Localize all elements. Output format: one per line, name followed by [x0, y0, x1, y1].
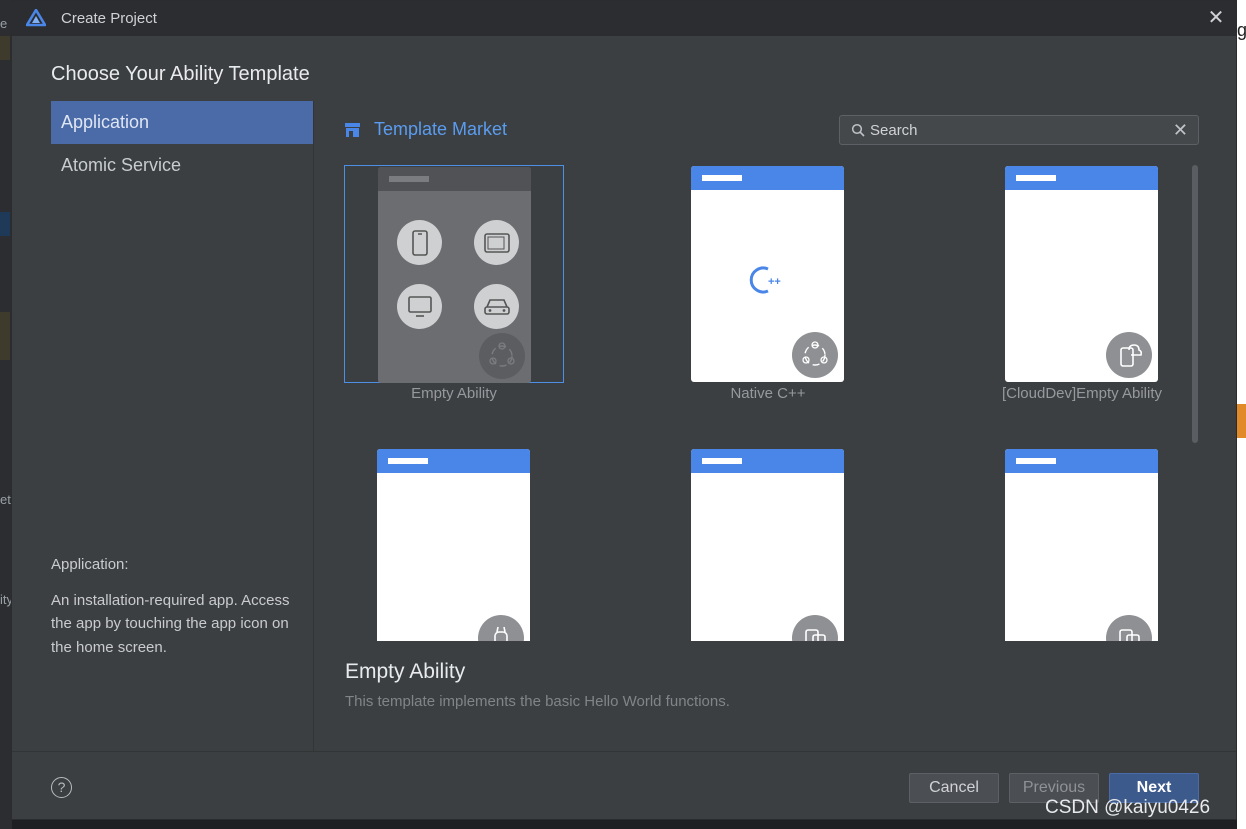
deveco-logo-icon: [26, 9, 46, 27]
template-card-label: Empty Ability: [411, 385, 497, 402]
multi-device-icon: [792, 332, 838, 378]
template-thumbnail-frame: [344, 448, 564, 641]
template-thumbnail: [691, 449, 844, 641]
background-text: g: [1237, 20, 1246, 40]
template-card-label: Native C++: [730, 385, 806, 402]
background-text: et: [0, 492, 11, 507]
search-input[interactable]: [870, 116, 1170, 144]
background-highlight: [0, 212, 10, 236]
svg-text:++: ++: [768, 276, 781, 288]
template-panel: Template Market ✕: [314, 101, 1236, 751]
create-project-dialog: Create Project ✕ Choose Your Ability Tem…: [11, 0, 1237, 820]
background-highlight: [0, 312, 10, 360]
search-field[interactable]: ✕: [839, 115, 1199, 145]
template-thumbnail-frame: [972, 448, 1192, 641]
sidebar-item-application[interactable]: Application: [51, 101, 314, 144]
thumbnail-header: [1005, 449, 1158, 473]
background-app-right: [1237, 0, 1246, 829]
thumbnail-header: [378, 167, 531, 191]
template-thumbnail-frame: ++: [658, 165, 878, 383]
csdn-watermark: CSDN @kaiyu0426: [1045, 797, 1211, 818]
template-thumbnail: [1005, 449, 1158, 641]
template-grid-scrollbar[interactable]: [1192, 165, 1198, 443]
background-highlight: [1237, 404, 1246, 438]
title-bar: Create Project ✕: [12, 1, 1236, 36]
background-highlight: [0, 36, 10, 60]
cpp-icon: ++: [749, 266, 781, 294]
close-icon[interactable]: ✕: [1206, 8, 1226, 28]
template-grid: Empty Ability ++ Native C++ [CloudDev]Em…: [314, 161, 1236, 641]
multi-device-icon: [479, 333, 525, 379]
template-detail-description: This template implements the basic Hello…: [345, 693, 730, 710]
cancel-button[interactable]: Cancel: [909, 773, 999, 803]
device-switch-icon: [1106, 615, 1152, 641]
template-thumbnail: [1005, 166, 1158, 382]
template-thumbnail-frame: [972, 165, 1192, 383]
template-thumbnail-frame: [344, 165, 564, 383]
template-thumbnail: [378, 167, 531, 383]
car-icon: [474, 284, 519, 329]
footer-divider: [12, 751, 1236, 752]
clear-icon[interactable]: ✕: [1173, 120, 1188, 141]
template-thumbnail-frame: [658, 448, 878, 641]
page-title: Choose Your Ability Template: [51, 63, 310, 85]
template-market-link[interactable]: Template Market: [344, 119, 507, 140]
category-description: Application: An installation-required ap…: [51, 553, 301, 659]
sidebar-item-atomic-service[interactable]: Atomic Service: [51, 144, 314, 187]
template-detail-title: Empty Ability: [345, 660, 466, 683]
tablet-icon: [474, 220, 519, 265]
thumbnail-header: [691, 449, 844, 473]
template-thumbnail: ++: [691, 166, 844, 382]
thumbnail-header: [377, 449, 530, 473]
thumbnail-header: [1005, 166, 1158, 190]
background-text: e: [0, 16, 8, 31]
template-card-label: [CloudDev]Empty Ability: [1001, 385, 1163, 402]
window-title: Create Project: [61, 10, 157, 27]
template-category-list: Application Atomic Service: [51, 101, 314, 187]
template-market-label: Template Market: [374, 119, 508, 139]
category-description-text: An installation-required app. Access the…: [51, 591, 290, 656]
monitor-icon: [397, 284, 442, 329]
help-icon[interactable]: ?: [51, 777, 72, 798]
thumbnail-header: [691, 166, 844, 190]
template-thumbnail: [377, 449, 530, 641]
device-switch-icon: [792, 615, 838, 641]
search-icon: [851, 123, 865, 137]
watch-icon: [478, 615, 524, 641]
cloud-device-icon: [1106, 332, 1152, 378]
phone-icon: [397, 220, 442, 265]
category-description-title: Application:: [51, 556, 129, 573]
store-icon: [345, 123, 360, 137]
